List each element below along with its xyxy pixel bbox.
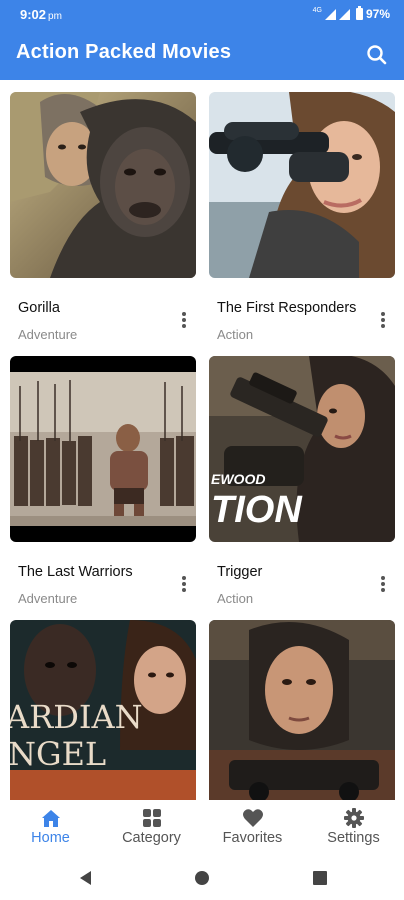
back-icon[interactable] [76, 868, 96, 888]
movie-poster[interactable]: EWOOD TION [209, 356, 395, 542]
more-options-icon[interactable] [375, 310, 391, 330]
movie-poster[interactable] [209, 92, 395, 278]
nav-label-home: Home [31, 830, 70, 846]
movie-card[interactable]: ARDIAN NGEL [10, 620, 196, 800]
movie-genre: Adventure [18, 591, 78, 606]
nav-item-home[interactable]: Home [0, 800, 101, 856]
page-title: Action Packed Movies [16, 41, 232, 63]
movie-card[interactable]: The Last Warriors Adventure [10, 356, 196, 606]
nav-item-favorites[interactable]: Favorites [202, 800, 303, 856]
signal-icon-2 [338, 8, 350, 20]
network-type: 4G [312, 6, 322, 14]
status-time: 9:02 pm [20, 7, 62, 22]
system-navigation-bar [0, 856, 404, 900]
battery-level: 97% [365, 7, 390, 21]
nav-label-settings: Settings [327, 830, 380, 846]
gear-icon [344, 808, 364, 828]
home-circle-icon[interactable] [192, 868, 212, 888]
more-options-icon[interactable] [176, 310, 192, 330]
movie-card[interactable] [209, 620, 395, 800]
signal-icon [324, 8, 336, 20]
movie-genre: Action [217, 327, 254, 342]
more-options-icon[interactable] [375, 574, 391, 594]
movie-card[interactable]: The First Responders Action [209, 92, 395, 342]
svg-text:EWOOD: EWOOD [211, 471, 265, 487]
movie-genre: Action [217, 591, 254, 606]
app-bar: Action Packed Movies [0, 30, 404, 80]
recents-icon[interactable] [310, 868, 330, 888]
search-icon[interactable] [364, 42, 390, 68]
movie-title: The Last Warriors [18, 564, 133, 580]
movie-title: Gorilla [18, 300, 60, 316]
movie-grid: Gorilla Adventure The First Responders A… [0, 80, 404, 800]
movie-title: The First Responders [217, 300, 357, 316]
status-time-ampm: pm [48, 11, 62, 22]
status-time-value: 9:02 [20, 7, 47, 22]
heart-icon [243, 809, 263, 827]
movie-genre: Adventure [18, 327, 78, 342]
category-icon [143, 809, 161, 827]
movie-poster[interactable]: ARDIAN NGEL [10, 620, 196, 800]
nav-label-category: Category [122, 830, 181, 846]
movie-card[interactable]: EWOOD TION Trigger Action [209, 356, 395, 606]
battery-icon [355, 6, 363, 20]
svg-text:ARDIAN: ARDIAN [10, 698, 143, 736]
movie-title: Trigger [217, 564, 263, 580]
movie-card[interactable]: Gorilla Adventure [10, 92, 196, 342]
svg-text:NGEL: NGEL [10, 735, 106, 773]
svg-text:TION: TION [211, 489, 303, 531]
movie-poster[interactable] [209, 620, 395, 800]
status-icons: 4G 97% [312, 6, 390, 21]
nav-label-favorites: Favorites [222, 830, 283, 846]
home-icon [42, 810, 60, 827]
bottom-navigation: Home Category Favorites Settings [0, 800, 404, 856]
movie-poster[interactable] [10, 92, 196, 278]
status-bar: 9:02 pm 4G 97% [0, 0, 404, 30]
more-options-icon[interactable] [176, 574, 192, 594]
nav-item-settings[interactable]: Settings [303, 800, 404, 856]
movie-poster[interactable] [10, 356, 196, 542]
nav-item-category[interactable]: Category [101, 800, 202, 856]
